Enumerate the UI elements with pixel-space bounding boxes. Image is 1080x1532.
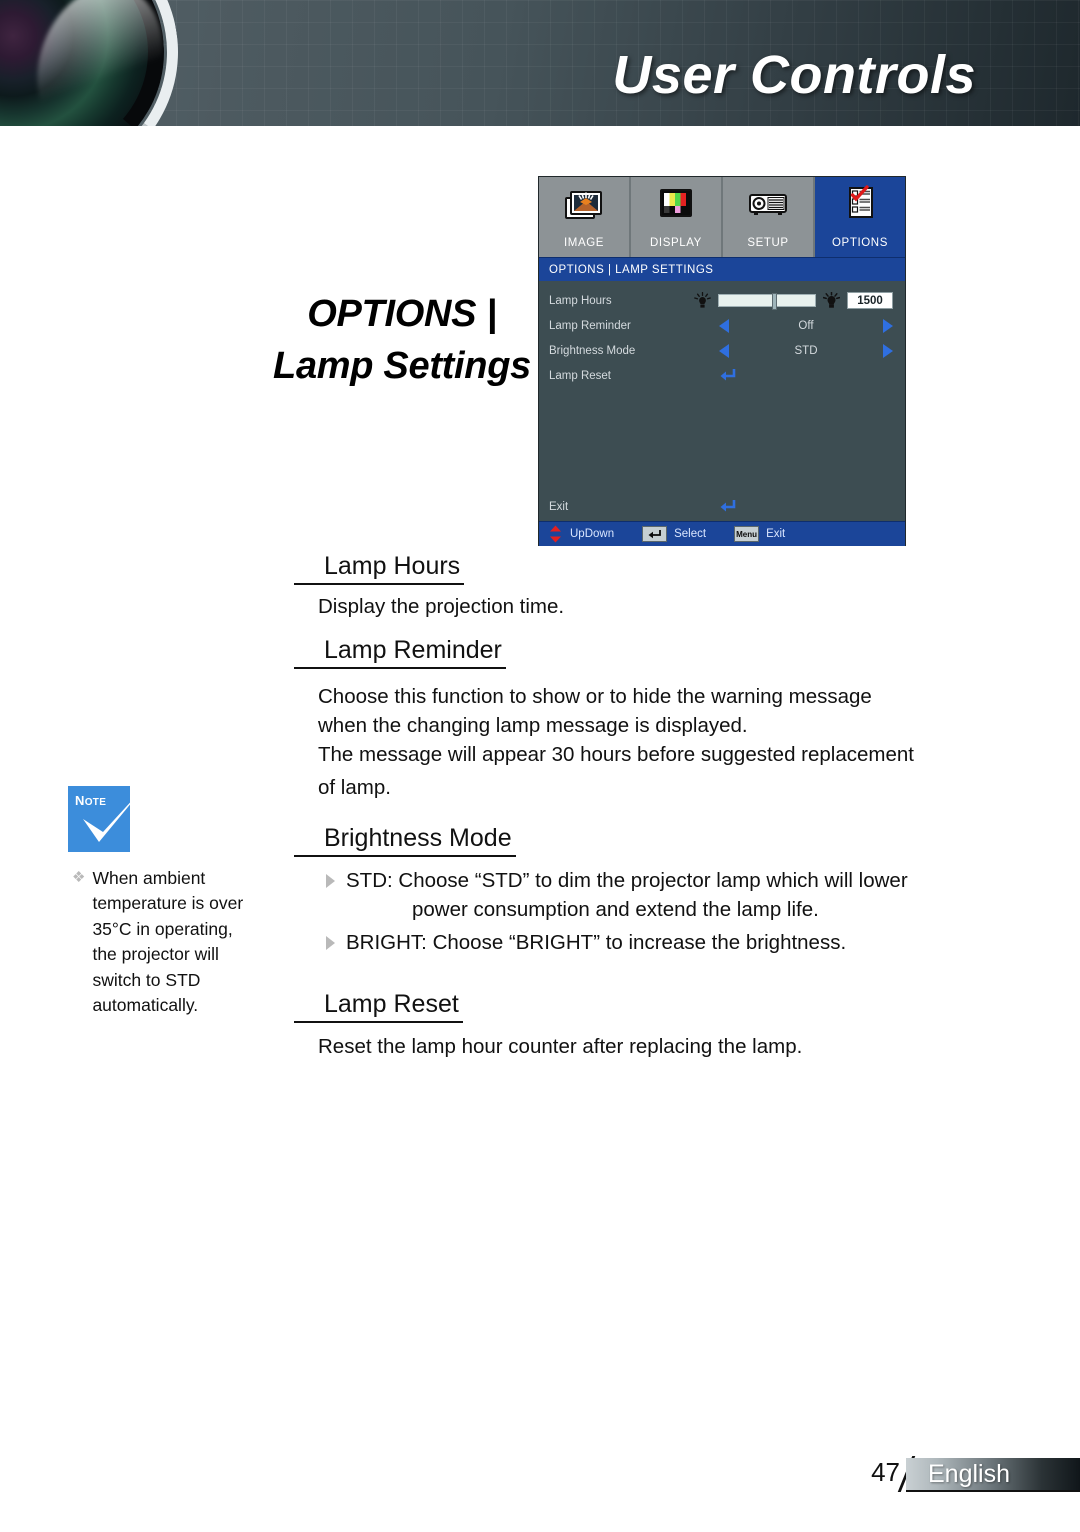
osd-lamp-reminder-control[interactable]: Off bbox=[719, 318, 893, 333]
paragraph-lamp-reminder: Choose this function to show or to hide … bbox=[318, 682, 1018, 802]
triangle-bullet-icon bbox=[326, 874, 335, 888]
chevron-left-icon[interactable] bbox=[719, 318, 729, 333]
heading-lamp-hours: Lamp Hours bbox=[294, 552, 465, 585]
osd-row-lamp-hours-label: Lamp Hours bbox=[549, 294, 612, 307]
heading-lamp-reset: Lamp Reset bbox=[294, 990, 463, 1023]
osd-lamp-reset-control[interactable] bbox=[719, 368, 893, 384]
projector-icon bbox=[749, 194, 787, 215]
osd-tab-options-label: OPTIONS bbox=[832, 237, 888, 249]
paragraph-line: The message will appear 30 hours before … bbox=[318, 743, 914, 767]
osd-exit-row[interactable]: Exit bbox=[539, 493, 905, 521]
chevron-left-icon[interactable] bbox=[719, 343, 729, 358]
osd-tab-image[interactable]: IMAGE bbox=[539, 177, 631, 257]
brightness-mode-value: STD bbox=[794, 344, 818, 357]
chevron-right-icon[interactable] bbox=[883, 343, 893, 358]
paragraph-line: of lamp. bbox=[318, 776, 391, 800]
osd-tab-display-label: DISPLAY bbox=[650, 237, 702, 249]
lamp-large-icon bbox=[823, 291, 840, 308]
page-number: 47 bbox=[871, 1457, 900, 1487]
note-text-block: ❖ When ambient temperature is over 35°C … bbox=[72, 866, 252, 1018]
osd-body: Lamp Hours 1500 Lamp Reminder Off Bright… bbox=[539, 281, 905, 521]
osd-row-brightness-mode-label: Brightness Mode bbox=[549, 344, 636, 357]
page-footer: 47 English bbox=[0, 1452, 1080, 1492]
note-text: When ambient temperature is over 35°C in… bbox=[92, 868, 244, 1015]
image-photos-icon bbox=[565, 191, 602, 219]
paragraph-line: when the changing lamp message is displa… bbox=[318, 714, 748, 738]
osd-tab-display[interactable]: DISPLAY bbox=[631, 177, 723, 257]
triangle-bullet-icon bbox=[326, 936, 335, 951]
lamp-small-icon bbox=[694, 291, 711, 308]
footer-language-label: English bbox=[928, 1459, 1010, 1488]
osd-row-lamp-reset-label: Lamp Reset bbox=[549, 369, 612, 382]
osd-row-lamp-reminder[interactable]: Lamp Reminder Off bbox=[539, 313, 905, 338]
enter-arrow-glyph bbox=[648, 529, 661, 538]
lamp-reminder-value: Off bbox=[798, 319, 814, 332]
page-header-banner: User Controls bbox=[0, 0, 1080, 126]
header-title: User Controls bbox=[612, 45, 976, 105]
enter-arrow-icon bbox=[720, 500, 736, 512]
osd-foot-exit-label: Exit bbox=[766, 528, 786, 540]
osd-tab-bar: IMAGE DISPLAY SETUP OPTIONS bbox=[539, 177, 905, 257]
osd-tab-image-label: IMAGE bbox=[563, 237, 605, 249]
osd-foot-updown-label: UpDown bbox=[570, 528, 615, 540]
enter-key-icon bbox=[642, 526, 668, 542]
checkmark-icon bbox=[83, 786, 146, 842]
lamp-hours-slider[interactable] bbox=[718, 293, 816, 310]
paragraph-line: Choose this function to show or to hide … bbox=[318, 685, 872, 708]
heading-lamp-reminder: Lamp Reminder bbox=[294, 636, 506, 669]
list-item: STD: Choose “STD” to dim the projector l… bbox=[326, 866, 908, 924]
osd-foot-select[interactable]: Select bbox=[642, 526, 706, 542]
osd-row-brightness-mode[interactable]: Brightness Mode STD bbox=[539, 338, 905, 363]
bullet-text: BRIGHT: Choose “BRIGHT” to increase the … bbox=[346, 931, 847, 955]
footer-language-bar: English bbox=[906, 1458, 1080, 1492]
menu-key-icon: Menu bbox=[734, 526, 760, 542]
osd-brightness-mode-control[interactable]: STD bbox=[719, 343, 893, 358]
heading-brightness-mode: Brightness Mode bbox=[294, 824, 516, 857]
page-title-line2: Lamp Settings bbox=[273, 345, 531, 388]
lamp-hours-value: 1500 bbox=[847, 292, 893, 309]
osd-exit-label: Exit bbox=[549, 501, 569, 513]
diamond-bullet-icon: ❖ bbox=[72, 869, 86, 886]
osd-tab-options[interactable]: OPTIONS bbox=[815, 177, 905, 257]
color-bars-icon bbox=[660, 189, 692, 217]
osd-row-lamp-reminder-label: Lamp Reminder bbox=[549, 319, 631, 332]
osd-foot-select-label: Select bbox=[674, 528, 707, 540]
bullet-list-brightness-mode: STD: Choose “STD” to dim the projector l… bbox=[326, 866, 908, 958]
checklist-icon bbox=[849, 185, 873, 218]
updown-arrows-icon bbox=[550, 525, 561, 543]
osd-tab-setup-label: SETUP bbox=[747, 237, 789, 249]
osd-foot-exit[interactable]: Menu Exit bbox=[734, 526, 785, 542]
osd-foot-updown[interactable]: UpDown bbox=[548, 525, 614, 543]
bullet-text: STD: Choose “STD” to dim the projector l… bbox=[346, 866, 908, 924]
lamp-hours-slider-thumb[interactable] bbox=[771, 293, 777, 310]
osd-row-lamp-hours[interactable]: Lamp Hours 1500 bbox=[539, 288, 905, 313]
list-item: BRIGHT: Choose “BRIGHT” to increase the … bbox=[326, 928, 908, 957]
osd-foot-bar: UpDown Select Menu Exit bbox=[539, 521, 905, 546]
page-title-line1: OPTIONS | bbox=[307, 293, 497, 335]
osd-lamp-hours-control[interactable]: 1500 bbox=[694, 291, 893, 310]
osd-breadcrumb: OPTIONS | LAMP SETTINGS bbox=[539, 257, 905, 281]
paragraph-lamp-hours: Display the projection time. bbox=[318, 595, 565, 618]
chevron-right-icon[interactable] bbox=[883, 318, 893, 333]
paragraph-lamp-reset: Reset the lamp hour counter after replac… bbox=[318, 1035, 803, 1058]
note-badge: NOTE bbox=[68, 786, 146, 852]
page-title: OPTIONS | Lamp Settings bbox=[252, 288, 552, 393]
osd-tab-setup[interactable]: SETUP bbox=[723, 177, 815, 257]
enter-arrow-icon bbox=[720, 368, 736, 380]
osd-menu-screenshot: IMAGE DISPLAY SETUP OPTIONS OPTIONS | LA… bbox=[538, 176, 906, 546]
osd-row-lamp-reset[interactable]: Lamp Reset bbox=[539, 363, 905, 388]
bullet-line1: STD: Choose “STD” to dim the projector l… bbox=[346, 869, 908, 892]
bullet-line2: power consumption and extend the lamp li… bbox=[412, 898, 819, 922]
